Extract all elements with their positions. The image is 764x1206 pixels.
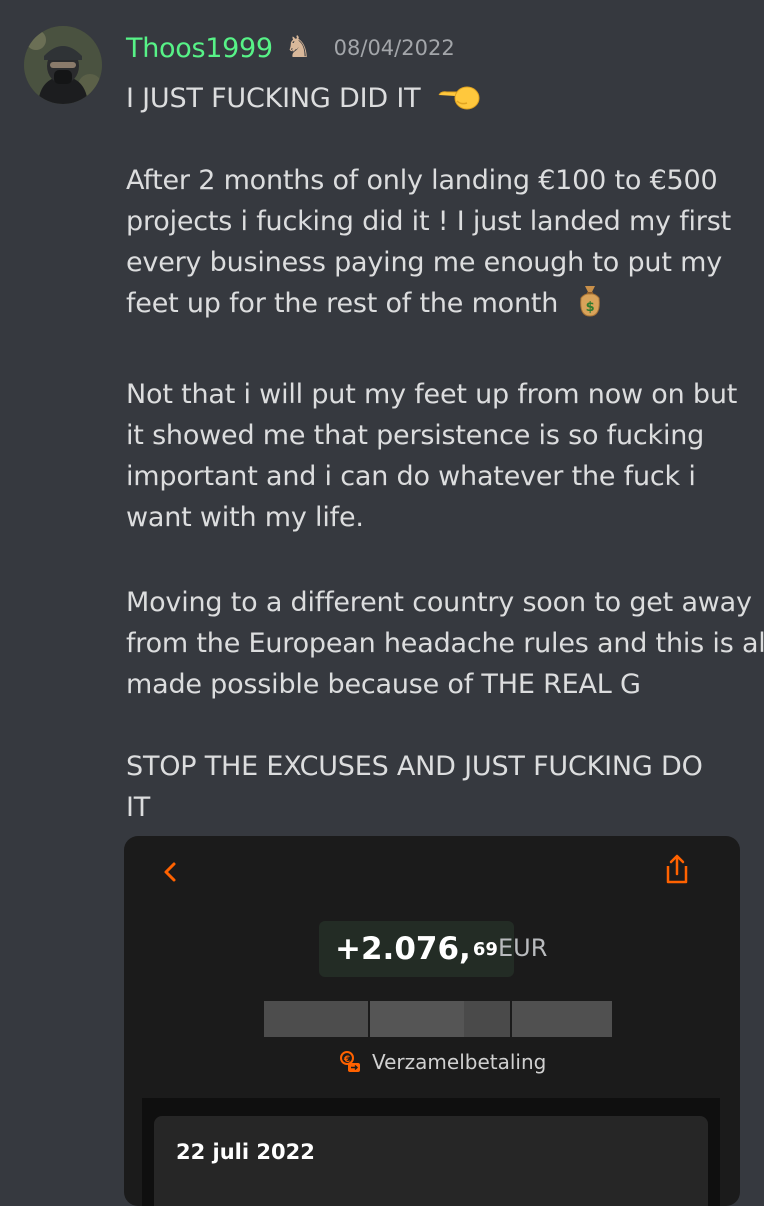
message-line: I JUST FUCKING DID IT [126, 78, 750, 119]
message-line: projects i fucking did it ! I just lande… [126, 206, 731, 237]
redacted-block [464, 1001, 510, 1037]
amount-main: +2.076, [335, 931, 471, 967]
transaction-amount: +2.076, 69 [319, 921, 514, 977]
message-line: After 2 months of only landing €100 to €… [126, 165, 718, 196]
collective-payment-icon: € [340, 1051, 360, 1072]
redacted-block [512, 1001, 612, 1037]
message-line: STOP THE EXCUSES AND JUST FUCKING DO [126, 751, 703, 782]
message-line: every business paying me enough to put m… [126, 247, 722, 278]
message-line: from the European headache rules and thi… [126, 628, 764, 659]
message-header: Thoos1999 ♞ 08/04/2022 [126, 28, 455, 68]
message-line: important and i can do whatever the fuck… [126, 461, 696, 492]
chess-knight-icon[interactable]: ♞ [285, 33, 312, 63]
currency-label: EUR [498, 934, 548, 962]
chevron-left-icon[interactable] [158, 856, 182, 888]
message-line: IT [126, 792, 151, 823]
transaction-date: 22 juli 2022 [176, 1140, 315, 1164]
redacted-block [370, 1001, 464, 1037]
money-bag-emoji: $ [575, 284, 605, 318]
message-line: Moving to a different country soon to ge… [126, 587, 752, 618]
message-timestamp[interactable]: 08/04/2022 [334, 36, 455, 60]
message-paragraph-1: After 2 months of only landing €100 to €… [126, 160, 750, 324]
message-content: I JUST FUCKING DID IT [126, 78, 750, 119]
message-paragraph-4: STOP THE EXCUSES AND JUST FUCKING DO IT [126, 746, 750, 828]
message-line: feet up for the rest of the month $ [126, 283, 750, 324]
payment-type: € Verzamelbetaling [338, 1050, 546, 1074]
image-attachment[interactable]: +2.076, 69 EUR € Verzamelbetaling 22 juli… [124, 836, 740, 1206]
amount-cents: 69 [472, 938, 498, 960]
message-line: want with my life. [126, 502, 364, 533]
pointing-left-hand-emoji [437, 82, 481, 110]
message-line: made possible because of THE REAL G [126, 669, 641, 700]
message-line: it showed me that persistence is so fuck… [126, 420, 705, 451]
message-paragraph-2: Not that i will put my feet up from now … [126, 374, 750, 538]
avatar-image [24, 26, 102, 104]
svg-text:$: $ [585, 300, 594, 315]
message-line: Not that i will put my feet up from now … [126, 379, 738, 410]
payment-type-label: Verzamelbetaling [372, 1050, 547, 1074]
date-card: 22 juli 2022 [154, 1116, 708, 1206]
user-avatar[interactable] [24, 26, 102, 104]
share-icon[interactable] [660, 852, 694, 886]
redacted-block [264, 1001, 368, 1037]
username[interactable]: Thoos1999 [126, 33, 273, 64]
message-paragraph-3: Moving to a different country soon to ge… [126, 582, 764, 705]
